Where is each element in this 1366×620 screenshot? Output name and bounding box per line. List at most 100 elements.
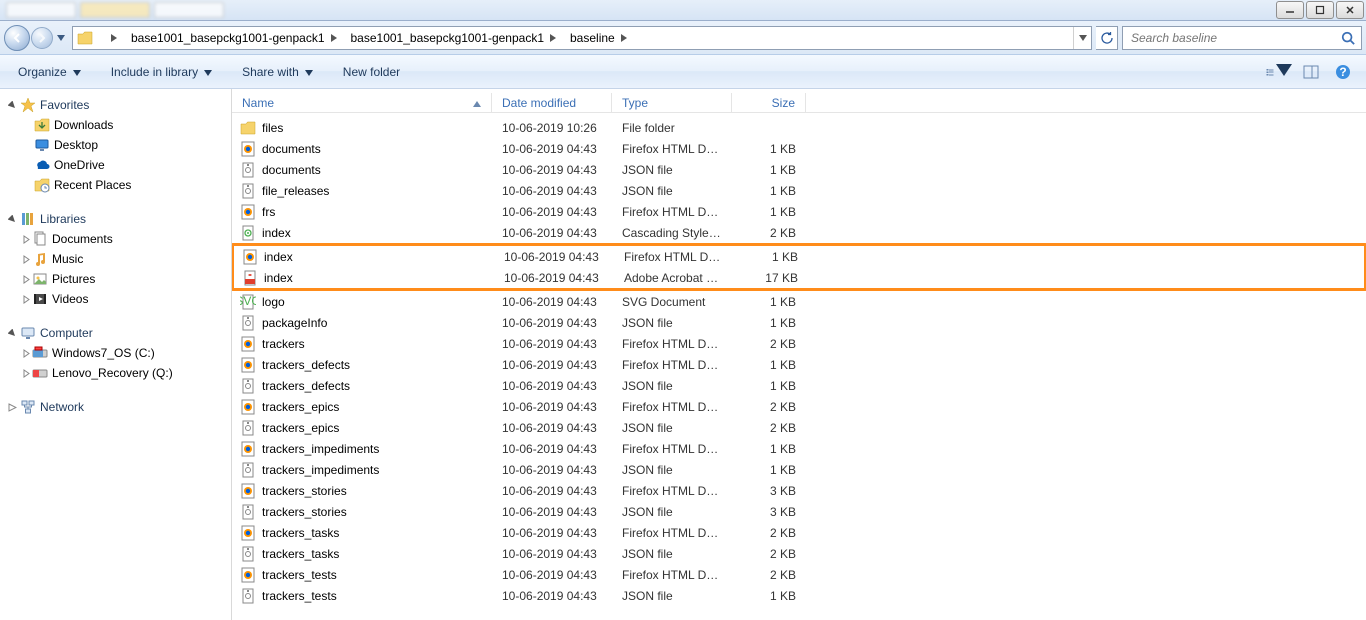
expander-icon[interactable] bbox=[6, 327, 18, 339]
file-row[interactable]: trackers10-06-2019 04:43Firefox HTML Doc… bbox=[232, 333, 1366, 354]
include-in-library-menu[interactable]: Include in library bbox=[103, 61, 220, 83]
file-size: 3 KB bbox=[732, 484, 806, 498]
file-name: trackers_defects bbox=[262, 358, 350, 372]
file-date: 10-06-2019 04:43 bbox=[492, 316, 612, 330]
file-date: 10-06-2019 04:43 bbox=[492, 379, 612, 393]
nav-item[interactable]: Documents bbox=[0, 229, 231, 249]
nav-history-dropdown[interactable] bbox=[54, 27, 68, 49]
file-type: Firefox HTML Doc... bbox=[612, 526, 732, 540]
column-name[interactable]: Name bbox=[232, 93, 492, 112]
file-date: 10-06-2019 04:43 bbox=[492, 226, 612, 240]
nav-item[interactable]: Desktop bbox=[0, 135, 231, 155]
file-size: 1 KB bbox=[732, 184, 806, 198]
preview-pane-button[interactable] bbox=[1298, 61, 1324, 83]
nav-item[interactable]: Music bbox=[0, 249, 231, 269]
minimize-button[interactable] bbox=[1276, 1, 1304, 19]
nav-item[interactable]: OneDrive bbox=[0, 155, 231, 175]
expander-icon[interactable] bbox=[20, 275, 32, 284]
share-with-menu[interactable]: Share with bbox=[234, 61, 321, 83]
column-size[interactable]: Size bbox=[732, 93, 806, 112]
file-row[interactable]: file_releases10-06-2019 04:43JSON file1 … bbox=[232, 180, 1366, 201]
forward-button[interactable] bbox=[31, 27, 53, 49]
file-row[interactable]: trackers_tasks10-06-2019 04:43JSON file2… bbox=[232, 543, 1366, 564]
breadcrumb-segment[interactable]: base1001_basepckg1001-genpack1 bbox=[123, 31, 343, 45]
address-bar[interactable]: base1001_basepckg1001-genpack1base1001_b… bbox=[72, 26, 1092, 50]
star-icon bbox=[20, 97, 36, 113]
file-name: file_releases bbox=[262, 184, 329, 198]
column-date[interactable]: Date modified bbox=[492, 93, 612, 112]
file-row[interactable]: trackers_impediments10-06-2019 04:43Fire… bbox=[232, 438, 1366, 459]
nav-item[interactable]: Recent Places bbox=[0, 175, 231, 195]
organize-menu[interactable]: Organize bbox=[10, 61, 89, 83]
file-date: 10-06-2019 04:43 bbox=[494, 271, 614, 285]
nav-item-label: OneDrive bbox=[54, 158, 105, 172]
libraries-group[interactable]: Libraries bbox=[0, 209, 231, 229]
expander-icon[interactable] bbox=[20, 349, 32, 358]
file-row[interactable]: trackers_stories10-06-2019 04:43Firefox … bbox=[232, 480, 1366, 501]
file-row[interactable]: files10-06-2019 10:26File folder bbox=[232, 117, 1366, 138]
file-row[interactable]: trackers_tests10-06-2019 04:43Firefox HT… bbox=[232, 564, 1366, 585]
view-mode-button[interactable] bbox=[1266, 61, 1292, 83]
nav-item[interactable]: Downloads bbox=[0, 115, 231, 135]
file-size: 2 KB bbox=[732, 400, 806, 414]
file-row[interactable]: packageInfo10-06-2019 04:43JSON file1 KB bbox=[232, 312, 1366, 333]
file-row[interactable]: trackers_defects10-06-2019 04:43Firefox … bbox=[232, 354, 1366, 375]
file-row[interactable]: trackers_stories10-06-2019 04:43JSON fil… bbox=[232, 501, 1366, 522]
file-date: 10-06-2019 04:43 bbox=[492, 526, 612, 540]
file-row[interactable]: index10-06-2019 04:43Cascading Stylesh..… bbox=[232, 222, 1366, 243]
favorites-group[interactable]: Favorites bbox=[0, 95, 231, 115]
file-row[interactable]: index10-06-2019 04:43Adobe Acrobat D...1… bbox=[234, 267, 1364, 288]
expander-icon[interactable] bbox=[20, 369, 32, 378]
file-name: index bbox=[262, 226, 291, 240]
search-box[interactable] bbox=[1122, 26, 1362, 50]
json-icon bbox=[240, 420, 256, 436]
expander-icon[interactable] bbox=[20, 235, 32, 244]
nav-item[interactable]: Pictures bbox=[0, 269, 231, 289]
file-row[interactable]: trackers_tests10-06-2019 04:43JSON file1… bbox=[232, 585, 1366, 606]
nav-item[interactable]: Videos bbox=[0, 289, 231, 309]
address-dropdown[interactable] bbox=[1073, 27, 1091, 49]
help-button[interactable]: ? bbox=[1330, 61, 1356, 83]
file-list-pane: Name Date modified Type Size files10-06-… bbox=[232, 89, 1366, 620]
title-bar bbox=[0, 0, 1366, 21]
breadcrumb-segment[interactable]: baseline bbox=[562, 31, 633, 45]
file-type: Firefox HTML Doc... bbox=[612, 400, 732, 414]
breadcrumb-segment[interactable]: base1001_basepckg1001-genpack1 bbox=[343, 31, 563, 45]
file-row[interactable]: SVGlogo10-06-2019 04:43SVG Document1 KB bbox=[232, 291, 1366, 312]
file-name: files bbox=[262, 121, 283, 135]
breadcrumb-root[interactable] bbox=[97, 27, 123, 49]
expander-icon[interactable] bbox=[6, 401, 18, 413]
file-row[interactable]: frs10-06-2019 04:43Firefox HTML Doc...1 … bbox=[232, 201, 1366, 222]
new-folder-button[interactable]: New folder bbox=[335, 61, 408, 83]
file-row[interactable]: documents10-06-2019 04:43JSON file1 KB bbox=[232, 159, 1366, 180]
expander-icon[interactable] bbox=[6, 99, 18, 111]
nav-item-label: Music bbox=[52, 252, 83, 266]
file-row[interactable]: trackers_epics10-06-2019 04:43JSON file2… bbox=[232, 417, 1366, 438]
network-label: Network bbox=[40, 400, 84, 414]
file-row[interactable]: trackers_tasks10-06-2019 04:43Firefox HT… bbox=[232, 522, 1366, 543]
expander-icon[interactable] bbox=[6, 213, 18, 225]
file-row[interactable]: trackers_epics10-06-2019 04:43Firefox HT… bbox=[232, 396, 1366, 417]
back-button[interactable] bbox=[4, 25, 30, 51]
column-type[interactable]: Type bbox=[612, 93, 732, 112]
nav-item-icon bbox=[32, 271, 48, 287]
file-size: 1 KB bbox=[732, 379, 806, 393]
close-button[interactable] bbox=[1336, 1, 1364, 19]
network-group[interactable]: Network bbox=[0, 397, 231, 417]
maximize-button[interactable] bbox=[1306, 1, 1334, 19]
refresh-button[interactable] bbox=[1096, 26, 1118, 50]
computer-group[interactable]: Computer bbox=[0, 323, 231, 343]
nav-item[interactable]: Lenovo_Recovery (Q:) bbox=[0, 363, 231, 383]
nav-item-label: Windows7_OS (C:) bbox=[52, 346, 155, 360]
file-name: documents bbox=[262, 142, 321, 156]
expander-icon[interactable] bbox=[20, 255, 32, 264]
expander-icon[interactable] bbox=[20, 295, 32, 304]
file-date: 10-06-2019 04:43 bbox=[492, 163, 612, 177]
search-input[interactable] bbox=[1129, 30, 1341, 46]
file-type: Firefox HTML Doc... bbox=[612, 484, 732, 498]
nav-item[interactable]: Windows7_OS (C:) bbox=[0, 343, 231, 363]
file-row[interactable]: documents10-06-2019 04:43Firefox HTML Do… bbox=[232, 138, 1366, 159]
file-row[interactable]: trackers_impediments10-06-2019 04:43JSON… bbox=[232, 459, 1366, 480]
file-row[interactable]: trackers_defects10-06-2019 04:43JSON fil… bbox=[232, 375, 1366, 396]
file-row[interactable]: index10-06-2019 04:43Firefox HTML Doc...… bbox=[234, 246, 1364, 267]
